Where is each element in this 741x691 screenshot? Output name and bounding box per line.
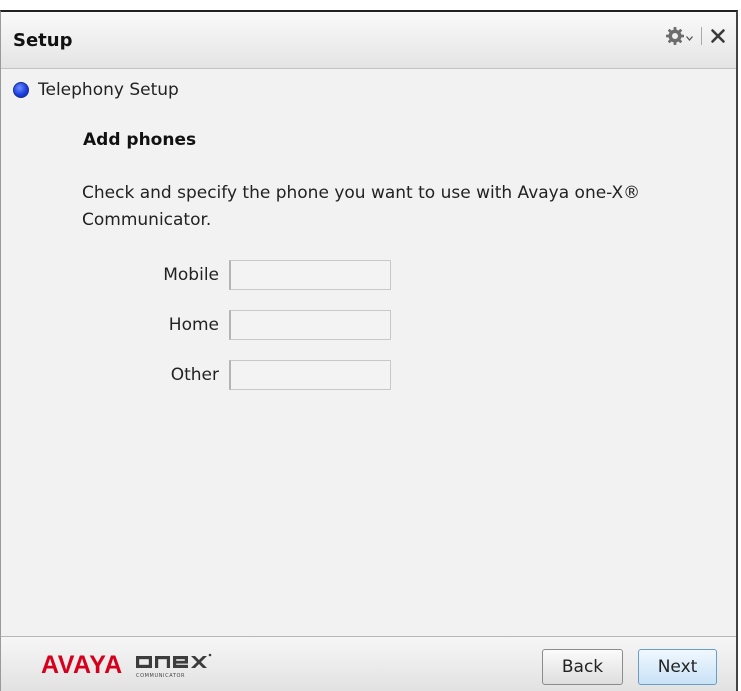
avaya-onex-logo: AVAYA COMMUNICATOR	[41, 651, 212, 679]
home-label: Home	[168, 315, 219, 335]
other-phone-input[interactable]	[229, 360, 391, 390]
back-button[interactable]: Back	[542, 649, 623, 685]
mobile-phone-input[interactable]	[229, 260, 391, 290]
title-controls	[665, 26, 726, 46]
section-label: Telephony Setup	[38, 80, 179, 100]
next-button[interactable]: Next	[638, 649, 717, 685]
close-icon	[711, 29, 725, 43]
title-bar: Setup	[1, 12, 736, 69]
mobile-field-row: Mobile	[131, 260, 391, 290]
chevron-down-icon	[686, 35, 693, 41]
window-title: Setup	[13, 30, 73, 51]
other-field-row: Other	[131, 360, 391, 390]
title-controls-divider	[701, 27, 702, 45]
page-heading: Add phones	[83, 130, 197, 150]
page-description: Check and specify the phone you want to …	[82, 183, 641, 230]
home-phone-input[interactable]	[229, 310, 391, 340]
footer-bar: AVAYA COMMUNICATOR Back Next	[1, 636, 736, 691]
close-button[interactable]	[710, 28, 726, 44]
svg-text:COMMUNICATOR: COMMUNICATOR	[136, 673, 185, 679]
setup-window: Setup Telephony Setup Add phones Check a…	[0, 10, 738, 691]
svg-text:AVAYA: AVAYA	[41, 651, 123, 679]
mobile-label: Mobile	[163, 265, 219, 285]
settings-menu-button[interactable]	[665, 26, 693, 46]
section-header: Telephony Setup	[13, 80, 179, 100]
other-label: Other	[170, 365, 219, 385]
gear-icon	[666, 27, 684, 45]
home-field-row: Home	[131, 310, 391, 340]
step-indicator-icon	[13, 82, 29, 98]
